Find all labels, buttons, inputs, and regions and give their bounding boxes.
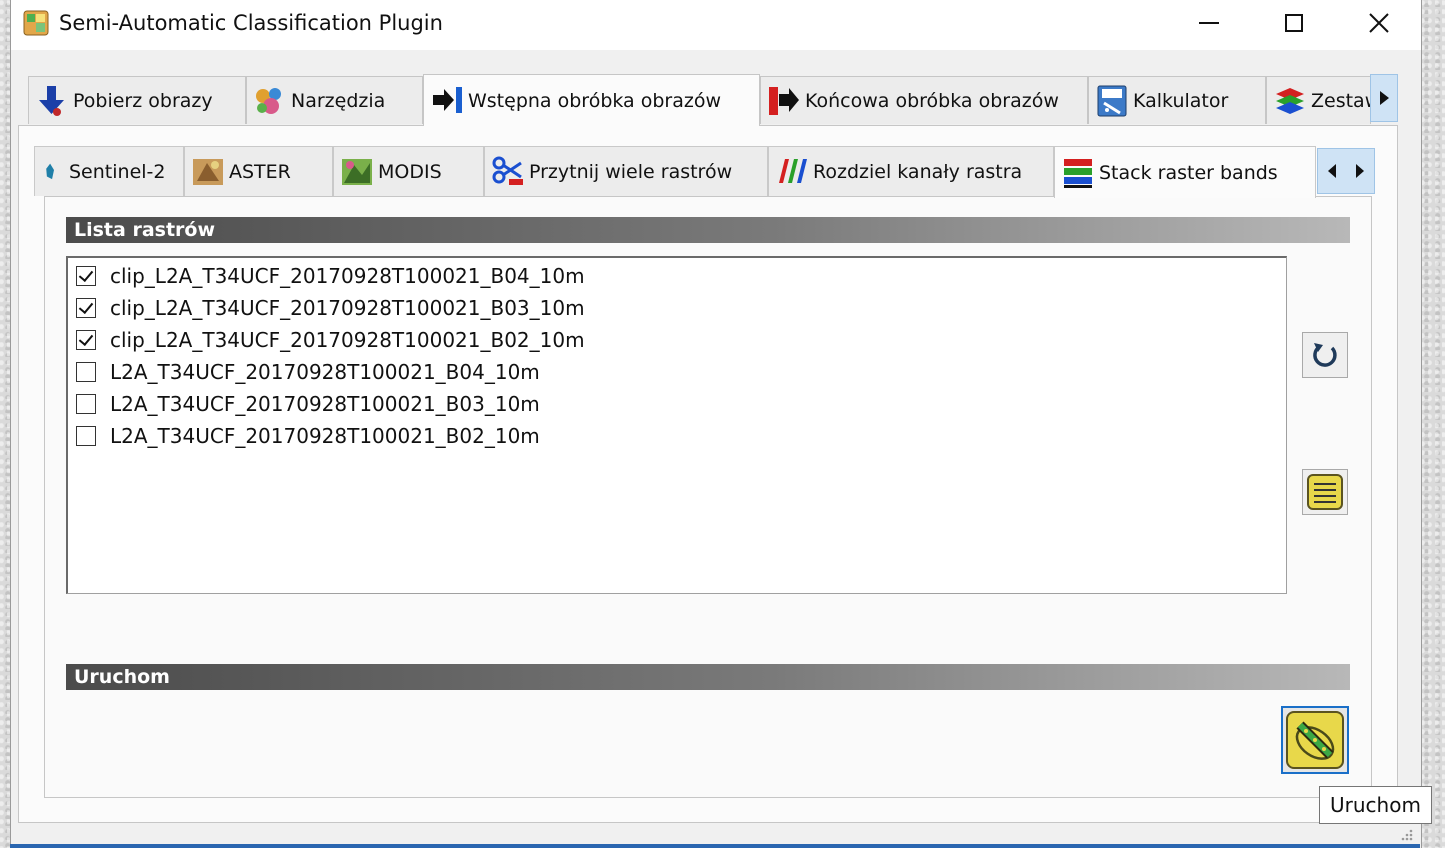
select-all-icon — [1307, 474, 1343, 510]
subtab-label: Stack raster bands — [1099, 161, 1278, 184]
raster-name: L2A_T34UCF_20170928T100021_B03_10m — [110, 392, 540, 416]
subtab-stack-raster-bands[interactable]: Stack raster bands — [1054, 146, 1316, 198]
sentinel-icon — [46, 163, 54, 179]
maximize-button[interactable] — [1251, 0, 1337, 46]
raster-list[interactable]: clip_L2A_T34UCF_20170928T100021_B04_10m … — [66, 256, 1287, 594]
raster-checkbox[interactable] — [76, 266, 96, 286]
tools-icon — [256, 87, 281, 114]
title-bar: Semi-Automatic Classification Plugin — [11, 0, 1421, 50]
postprocessing-icon — [769, 86, 799, 115]
subtab-aster[interactable]: ASTER — [184, 146, 333, 196]
list-item[interactable]: L2A_T34UCF_20170928T100021_B02_10m — [76, 421, 540, 451]
app-icon — [23, 10, 49, 36]
maximize-icon — [1285, 14, 1303, 32]
subtab-label: Rozdziel kanały rastra — [813, 160, 1023, 183]
resize-grip-icon[interactable] — [1398, 826, 1414, 842]
subtab-rozdziel[interactable]: Rozdziel kanały rastra — [768, 146, 1054, 196]
tab-wstepna-obrobka[interactable]: Wstępna obróbka obrazów — [423, 74, 760, 126]
tab-label: Wstępna obróbka obrazów — [468, 89, 722, 112]
tab-koncowa-obrobka[interactable]: Końcowa obróbka obrazów — [760, 76, 1088, 124]
raster-name: clip_L2A_T34UCF_20170928T100021_B02_10m — [110, 328, 585, 352]
close-button[interactable] — [1336, 0, 1422, 46]
tab-scroll-right-button[interactable] — [1370, 74, 1398, 122]
main-tab-bar: Pobierz obrazy Narzędzia Wstępna obróbka… — [16, 74, 1398, 126]
raster-checkbox[interactable] — [76, 298, 96, 318]
raster-checkbox[interactable] — [76, 394, 96, 414]
select-all-button[interactable] — [1302, 469, 1348, 515]
tab-label: Narzędzia — [291, 89, 386, 112]
close-icon — [1369, 13, 1389, 33]
raster-name: clip_L2A_T34UCF_20170928T100021_B04_10m — [110, 264, 585, 288]
subtab-przytnij[interactable]: Przytnij wiele rastrów — [484, 146, 768, 196]
download-arrow-icon — [39, 85, 64, 116]
raster-name: L2A_T34UCF_20170928T100021_B04_10m — [110, 360, 540, 384]
tab-narzedzia[interactable]: Narzędzia — [246, 76, 423, 124]
aster-icon — [193, 158, 223, 185]
run-icon — [1286, 711, 1344, 769]
tab-label: Kalkulator — [1133, 89, 1229, 112]
subtab-label: MODIS — [378, 160, 442, 183]
raster-name: clip_L2A_T34UCF_20170928T100021_B03_10m — [110, 296, 585, 320]
minimize-icon — [1199, 22, 1219, 24]
stack-bands-icon — [1064, 158, 1092, 188]
window-bottom-border — [10, 844, 1420, 848]
run-section-header: Uruchom — [66, 664, 1350, 690]
tab-zestaw[interactable]: Zestaw — [1266, 76, 1371, 124]
chevron-right-icon — [1380, 91, 1389, 105]
list-item[interactable]: clip_L2A_T34UCF_20170928T100021_B03_10m — [76, 293, 585, 323]
list-item[interactable]: clip_L2A_T34UCF_20170928T100021_B04_10m — [76, 261, 585, 291]
subtab-modis[interactable]: MODIS — [333, 146, 484, 196]
tab-pobierz-obrazy[interactable]: Pobierz obrazy — [28, 76, 246, 124]
subtab-label: Sentinel-2 — [69, 160, 166, 183]
subtab-label: ASTER — [229, 160, 291, 183]
modis-icon — [342, 158, 372, 185]
run-tooltip: Uruchom — [1319, 786, 1432, 824]
list-item[interactable]: L2A_T34UCF_20170928T100021_B04_10m — [76, 357, 540, 387]
sub-tab-bar: Sentinel-2 ASTER MODIS Przytnij wiele ra… — [34, 146, 1379, 198]
band-set-icon — [1276, 87, 1304, 114]
list-item[interactable]: L2A_T34UCF_20170928T100021_B03_10m — [76, 389, 540, 419]
tab-label: Pobierz obrazy — [73, 89, 213, 112]
calculator-icon — [1097, 85, 1127, 116]
raster-checkbox[interactable] — [76, 330, 96, 350]
tab-label: Końcowa obróbka obrazów — [805, 89, 1059, 112]
window-title: Semi-Automatic Classification Plugin — [59, 11, 443, 35]
list-item[interactable]: clip_L2A_T34UCF_20170928T100021_B02_10m — [76, 325, 585, 355]
raster-checkbox[interactable] — [76, 426, 96, 446]
tab-label: Zestaw — [1311, 89, 1370, 112]
subtab-label: Przytnij wiele rastrów — [529, 160, 733, 183]
minimize-button[interactable] — [1166, 0, 1252, 46]
refresh-list-button[interactable] — [1302, 332, 1348, 378]
subtab-scroll-buttons[interactable] — [1317, 148, 1375, 194]
chevron-right-icon[interactable] — [1354, 162, 1366, 180]
raster-checkbox[interactable] — [76, 362, 96, 382]
tab-kalkulator[interactable]: Kalkulator — [1088, 76, 1266, 124]
raster-name: L2A_T34UCF_20170928T100021_B02_10m — [110, 424, 540, 448]
refresh-icon — [1313, 343, 1337, 367]
split-bands-icon — [779, 158, 807, 183]
preprocessing-icon — [433, 86, 462, 113]
subtab-sentinel-2[interactable]: Sentinel-2 — [34, 146, 184, 196]
chevron-left-icon[interactable] — [1326, 162, 1338, 180]
clip-scissors-icon — [492, 156, 523, 185]
run-button[interactable] — [1281, 706, 1349, 774]
raster-list-header: Lista rastrów — [66, 217, 1350, 243]
